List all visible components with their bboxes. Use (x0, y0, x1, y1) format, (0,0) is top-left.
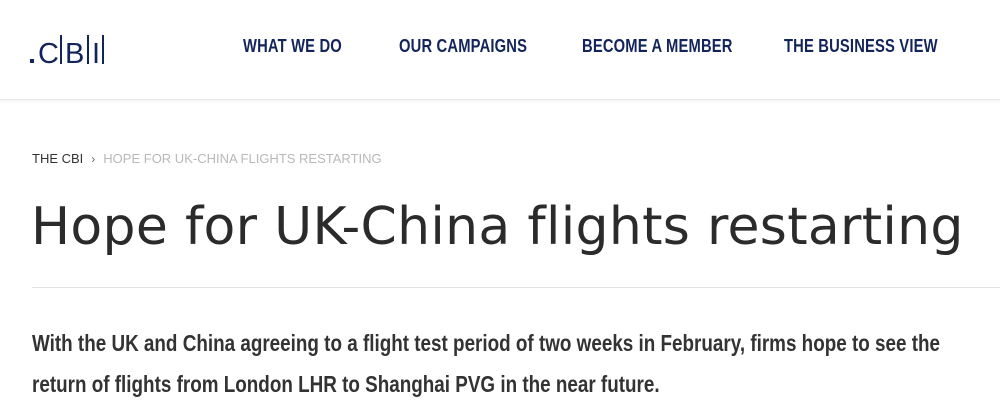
article-summary: With the UK and China agreeing to a flig… (32, 330, 941, 397)
logo-letter-c: C (38, 38, 59, 67)
breadcrumb-home-link[interactable]: THE CBI (32, 151, 83, 166)
breadcrumb-current-page: HOPE FOR UK-CHINA FLIGHTS RESTARTING (103, 151, 382, 166)
site-header: C B I WHAT WE DO OUR CAMPAIGNS BECOME A … (0, 0, 1000, 100)
nav-become-a-member[interactable]: BECOME A MEMBER (582, 36, 733, 57)
nav-the-business-view[interactable]: THE BUSINESS VIEW (784, 36, 938, 57)
breadcrumb: THE CBI › HOPE FOR UK-CHINA FLIGHTS RESTAR… (32, 151, 382, 167)
title-divider (32, 287, 1000, 288)
page-title: Hope for UK-China flights restarting (31, 197, 964, 257)
nav-our-campaigns[interactable]: OUR CAMPAIGNS (399, 36, 527, 57)
logo-letter-b: B (65, 38, 84, 67)
cbi-logo-mark: C B I (30, 35, 104, 67)
nav-what-we-do[interactable]: WHAT WE DO (243, 36, 342, 57)
breadcrumb-separator-icon: › (91, 152, 96, 166)
cbi-logo[interactable]: C B I (30, 31, 130, 67)
logo-letter-i: I (92, 38, 100, 67)
